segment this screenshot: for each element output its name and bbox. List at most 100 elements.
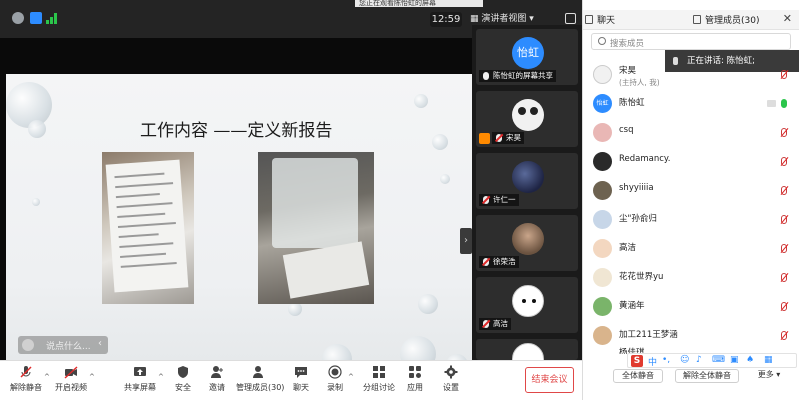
microphone-muted-icon[interactable] bbox=[781, 70, 787, 79]
avatar bbox=[593, 239, 612, 258]
microphone-muted-icon[interactable] bbox=[781, 157, 787, 166]
video-tile[interactable] bbox=[476, 339, 578, 360]
video-tile-label: 徐荣浩 bbox=[479, 256, 519, 268]
fullscreen-icon[interactable] bbox=[565, 13, 576, 24]
screen-share-banner[interactable]: 您正在观看陈怡虹的屏幕 bbox=[355, 0, 483, 7]
microphone-muted-icon[interactable] bbox=[781, 302, 787, 311]
input-method-toolbar[interactable]: S 中 •, ☺ ♪ ⌨ ▣ ♠ ▦ bbox=[627, 353, 797, 368]
invite-button[interactable]: 邀请 bbox=[206, 365, 228, 393]
water-drop-decoration bbox=[414, 94, 428, 108]
microphone-muted-icon[interactable] bbox=[781, 331, 787, 340]
popout-icon[interactable] bbox=[693, 15, 701, 24]
participant-role: (主持人, 我) bbox=[619, 78, 660, 87]
microphone-muted-icon[interactable] bbox=[781, 244, 787, 253]
host-badge-icon bbox=[479, 133, 490, 144]
signal-strength-icon[interactable] bbox=[46, 12, 58, 24]
participant-row[interactable]: 高洁 bbox=[583, 236, 799, 261]
chevron-up-icon[interactable]: ^ bbox=[44, 373, 50, 381]
chevron-up-icon[interactable]: ^ bbox=[158, 373, 164, 381]
invite-user-icon bbox=[211, 366, 223, 378]
participants-icon bbox=[253, 366, 263, 378]
participants-panel: 聊天 管理成员(30) ✕ 搜索成员 正在讲话: 陈怡虹; 宋昊 (主持人, 我… bbox=[582, 0, 799, 400]
record-icon bbox=[328, 365, 342, 379]
punctuation-icon[interactable]: •, bbox=[662, 355, 670, 365]
participant-row[interactable]: 怡虹 陈怡虹 bbox=[583, 91, 799, 116]
avatar bbox=[593, 210, 612, 229]
avatar bbox=[593, 326, 612, 345]
avatar bbox=[512, 99, 544, 131]
participant-row[interactable]: csq bbox=[583, 120, 799, 145]
microphone-muted-icon[interactable] bbox=[781, 273, 787, 282]
voice-icon[interactable]: ♪ bbox=[696, 355, 702, 365]
participant-name: Redamancy. bbox=[619, 154, 671, 164]
floating-chat-input[interactable]: 说点什么... ‹ bbox=[18, 336, 108, 354]
avatar bbox=[512, 161, 544, 193]
microphone-muted-icon bbox=[483, 320, 489, 328]
breakout-rooms-button[interactable]: 分组讨论 bbox=[362, 365, 396, 393]
participant-row[interactable]: 宋昊 (主持人, 我) bbox=[583, 62, 799, 87]
emoji-icon[interactable] bbox=[22, 339, 34, 351]
participant-name: 宋昊 bbox=[619, 66, 637, 76]
water-drop-decoration bbox=[288, 302, 302, 316]
breakout-rooms-label: 分组讨论 bbox=[363, 383, 395, 392]
chevron-up-icon[interactable]: ^ bbox=[348, 373, 354, 381]
unmute-button[interactable]: 解除静音 bbox=[10, 365, 42, 393]
meeting-clock: 12:59 bbox=[430, 12, 462, 27]
microphone-muted-icon[interactable] bbox=[781, 128, 787, 137]
video-tile[interactable]: 徐荣浩 bbox=[476, 215, 578, 271]
mute-all-button[interactable]: 全体静音 bbox=[613, 369, 663, 383]
video-tile[interactable]: 怡虹 陈怡虹的屏幕共享 bbox=[476, 29, 578, 85]
encryption-shield-icon[interactable] bbox=[30, 12, 42, 24]
video-tile[interactable]: 高洁 bbox=[476, 277, 578, 333]
keyboard-icon[interactable]: ⌨ bbox=[712, 355, 725, 365]
presentation-slide: 工作内容 ——定义新报告 说点什么... ‹ bbox=[6, 74, 472, 371]
chat-button[interactable]: 聊天 bbox=[290, 365, 312, 393]
end-meeting-button[interactable]: 结束会议 bbox=[525, 367, 574, 393]
tab-manage-participants[interactable]: 管理成员(30) bbox=[705, 13, 759, 26]
emoji-icon[interactable]: ☺ bbox=[680, 355, 689, 365]
chevron-left-icon[interactable]: ‹ bbox=[98, 338, 102, 349]
water-drop-decoration bbox=[32, 198, 40, 206]
start-video-label: 开启视频 bbox=[55, 383, 87, 392]
ime-mode-label[interactable]: 中 bbox=[648, 355, 657, 368]
toolbox-icon[interactable]: ▣ bbox=[730, 355, 739, 365]
grid-icon[interactable]: ▦ bbox=[764, 355, 773, 365]
shield-icon bbox=[178, 366, 188, 378]
skin-icon[interactable]: ♠ bbox=[746, 355, 754, 365]
tab-chat[interactable]: 聊天 bbox=[597, 13, 615, 26]
video-tile[interactable]: 许仁一 bbox=[476, 153, 578, 209]
popout-icon[interactable] bbox=[585, 15, 593, 24]
participant-row[interactable]: 花花世界yu bbox=[583, 265, 799, 290]
start-video-button[interactable]: 开启视频 bbox=[55, 365, 87, 393]
manage-participants-label: 管理成员(30) bbox=[236, 383, 285, 392]
info-icon[interactable] bbox=[12, 12, 24, 24]
chevron-up-icon[interactable]: ^ bbox=[89, 373, 95, 381]
microphone-muted-icon[interactable] bbox=[781, 215, 787, 224]
microphone-muted-icon bbox=[483, 258, 489, 266]
participant-name: shyyiiiia bbox=[619, 183, 654, 193]
avatar: 怡虹 bbox=[512, 37, 544, 69]
more-button[interactable]: 更多 ▾ bbox=[749, 369, 789, 383]
chat-placeholder: 说点什么... bbox=[46, 342, 91, 352]
record-button[interactable]: 录制 bbox=[324, 365, 346, 393]
participant-row[interactable]: 加工211王梦涵 bbox=[583, 323, 799, 348]
settings-button[interactable]: 设置 bbox=[440, 365, 462, 393]
meeting-toolbar: 解除静音 ^ 开启视频 ^ 共享屏幕 ^ 安全 邀请 管理成员(30) 聊天 录… bbox=[0, 360, 582, 400]
collapse-video-panel-button[interactable]: › bbox=[460, 228, 472, 254]
chevron-down-icon: ▾ bbox=[526, 14, 534, 24]
video-tile[interactable]: 宋昊 bbox=[476, 91, 578, 147]
share-screen-button[interactable]: 共享屏幕 bbox=[124, 365, 156, 393]
apps-button[interactable]: 应用 bbox=[404, 365, 426, 393]
manage-participants-button[interactable]: 管理成员(30) bbox=[236, 365, 285, 393]
close-icon[interactable]: ✕ bbox=[783, 12, 792, 25]
participant-row[interactable]: 尘"孙俞归 bbox=[583, 207, 799, 232]
unmute-all-button[interactable]: 解除全体静音 bbox=[675, 369, 739, 383]
water-drop-decoration bbox=[432, 134, 448, 150]
participant-row[interactable]: Redamancy. bbox=[583, 149, 799, 174]
security-button[interactable]: 安全 bbox=[172, 365, 194, 393]
participant-row[interactable]: 黄涵年 bbox=[583, 294, 799, 319]
microphone-icon[interactable] bbox=[781, 99, 787, 108]
participant-row[interactable]: shyyiiiia bbox=[583, 178, 799, 203]
search-participants-input[interactable]: 搜索成员 bbox=[591, 33, 791, 50]
microphone-muted-icon[interactable] bbox=[781, 186, 787, 195]
